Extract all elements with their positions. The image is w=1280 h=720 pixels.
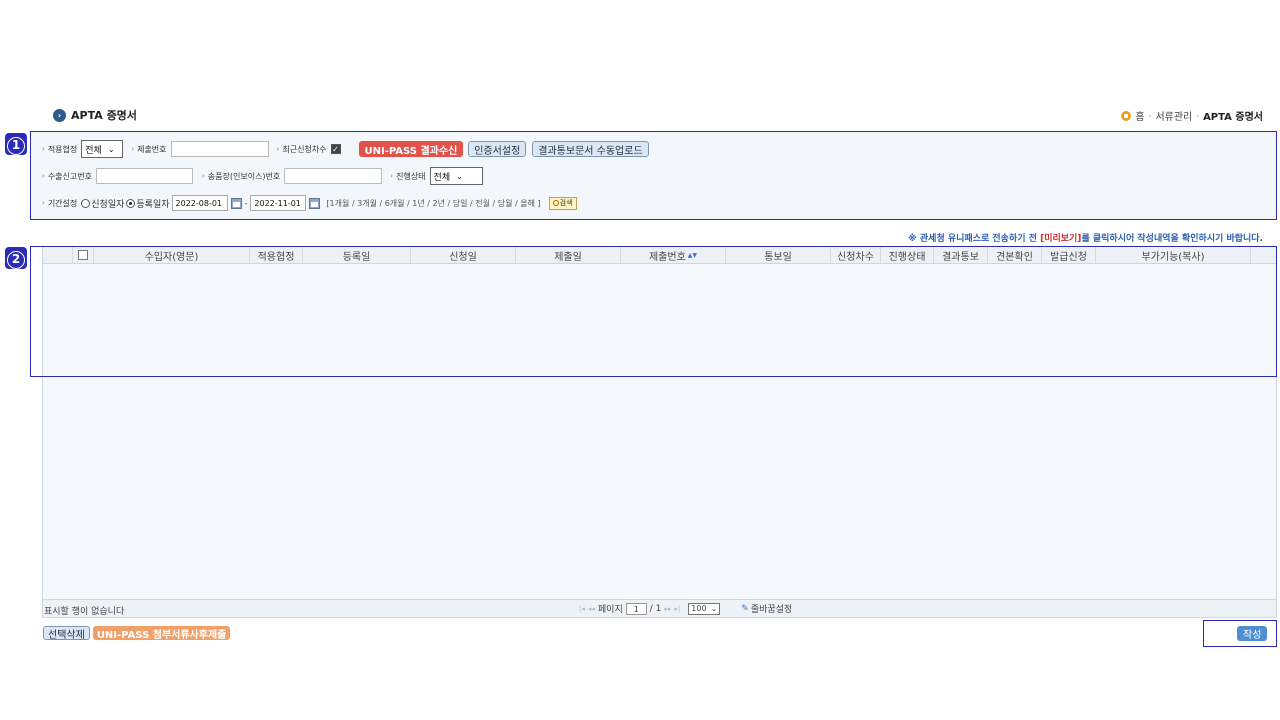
notice-text: ※ 관세청 유니패스로 전송하기 전 [미리보기]를 클릭하시어 작성내역을 확… — [908, 231, 1263, 244]
annotation-badge-1: 1 — [5, 133, 27, 155]
unipass-submit-button[interactable]: UNI-PASS 첨부서류사후제출 — [92, 626, 231, 641]
col-submit-no-label: 제출번호 — [648, 251, 686, 263]
col-sample[interactable]: 견본확인 — [988, 247, 1042, 263]
unipass-receive-button[interactable]: UNI-PASS 결과수신 — [358, 141, 464, 157]
agreement-label: 적용협정 — [42, 144, 77, 155]
cert-setting-button[interactable]: 인증서설정 — [468, 141, 527, 157]
grid-header-checkbox-cell — [73, 247, 94, 263]
agreement-select-value: 전체 — [85, 145, 102, 156]
search-row-3: 기간설정 신청일자 등록일자 2022-08-01 - 2022-11-01 [… — [42, 195, 577, 211]
recent-round-checkbox[interactable]: ✓ — [330, 144, 341, 154]
pager: |◂ ◂◂ 페이지 1 / 1 ▸▸ ▸| 100 ⌄ ✎ 줄바꿈설정 — [579, 602, 792, 615]
last-page-icon[interactable]: ▸| — [674, 605, 680, 613]
breadcrumb-separator: › — [1148, 111, 1152, 120]
submit-no-input[interactable] — [170, 141, 269, 157]
select-all-checkbox[interactable] — [78, 250, 88, 260]
notice-prefix: ※ 관세청 유니패스로 전송하기 전 — [908, 234, 1041, 244]
date-separator: - — [244, 198, 248, 208]
page-size-select[interactable]: 100 ⌄ — [688, 602, 721, 615]
delete-selected-button[interactable]: 선택삭제 — [43, 626, 90, 641]
col-status[interactable]: 진행상태 — [881, 247, 934, 263]
invoice-no-input[interactable] — [284, 168, 383, 184]
page-label: 페이지 — [597, 605, 623, 615]
page-total: / 1 — [649, 603, 662, 614]
result-grid: 수입자(영문) 적용협정 등록일 신청일 제출일 제출번호 ▲▼ 통보일 신청차… — [42, 246, 1277, 618]
search-row-1: 적용협정 전체 ⌄ 제출번호 최근신청차수 ✓ UNI-PASS 결과수신 인증… — [42, 140, 649, 158]
agreement-select[interactable]: 전체 ⌄ — [81, 140, 124, 158]
column-setting-link[interactable]: ✎ 줄바꿈설정 — [741, 602, 793, 616]
date-to-input[interactable]: 2022-11-01 — [250, 195, 307, 211]
col-submit-date[interactable]: 제출일 — [516, 247, 621, 263]
manual-upload-button[interactable]: 결과통보문서 수동업로드 — [532, 141, 649, 157]
grid-header-scroll-spacer — [1251, 247, 1271, 263]
sort-icon[interactable]: ▲▼ — [688, 252, 697, 259]
export-no-input[interactable] — [95, 168, 193, 184]
bottom-actions: 선택삭제 UNI-PASS 첨부서류사후제출 — [43, 626, 231, 641]
col-apply-date[interactable]: 신청일 — [411, 247, 516, 263]
radio-register-date[interactable] — [126, 198, 136, 208]
chevron-down-icon: ⌄ — [107, 144, 115, 154]
annotation-region-3: 작성 — [1203, 620, 1277, 647]
col-issue[interactable]: 발급신청 — [1042, 247, 1096, 263]
chevron-right-icon: › — [53, 108, 66, 122]
col-notice-date[interactable]: 통보일 — [726, 247, 831, 263]
search-row-2: 수출신고번호 송품장(인보이스)번호 진행상태 전체 ⌄ — [42, 167, 483, 185]
col-register-date[interactable]: 등록일 — [303, 247, 411, 263]
search-button-label: 검색 — [559, 199, 573, 207]
page: › APTA 증명서 홈 › 서류관리 › APTA 증명서 적용협정 전체 ⌄… — [0, 0, 1280, 720]
breadcrumb: 홈 › 서류관리 › APTA 증명서 — [1121, 108, 1263, 123]
home-icon — [1121, 110, 1132, 121]
status-select[interactable]: 전체 ⌄ — [429, 167, 483, 185]
wrench-icon: ✎ — [741, 603, 749, 614]
notice-suffix: 를 클릭하시어 작성내역을 확인하시기 바랍니다. — [1081, 234, 1263, 244]
chevron-down-icon: ⌄ — [710, 604, 718, 613]
annotation-badge-2: 2 — [5, 247, 27, 269]
radio-apply-date[interactable] — [81, 198, 91, 208]
breadcrumb-home[interactable]: 홈 — [1135, 108, 1144, 123]
date-from-input[interactable]: 2022-08-01 — [171, 195, 228, 211]
radio-register-date-label: 등록일자 — [136, 199, 170, 210]
submit-no-label: 제출번호 — [131, 144, 166, 155]
period-label: 기간설정 — [42, 198, 77, 209]
search-panel: 적용협정 전체 ⌄ 제출번호 최근신청차수 ✓ UNI-PASS 결과수신 인증… — [30, 131, 1277, 220]
write-button[interactable]: 작성 — [1237, 626, 1268, 641]
status-select-value: 전체 — [433, 172, 451, 183]
notice-highlight: [미리보기] — [1040, 234, 1082, 244]
quick-range-links[interactable]: [1개월 / 3개월 / 6개월 / 1년 / 2년 / 당일 / 전월 / 당… — [326, 198, 540, 209]
next-page-icon[interactable]: ▸▸ — [664, 605, 671, 613]
breadcrumb-separator: › — [1196, 111, 1200, 120]
col-result[interactable]: 결과통보 — [934, 247, 988, 263]
radio-apply-date-label: 신청일자 — [91, 199, 125, 210]
export-no-label: 수출신고번호 — [42, 171, 92, 182]
grid-header: 수입자(영문) 적용협정 등록일 신청일 제출일 제출번호 ▲▼ 통보일 신청차… — [43, 247, 1276, 264]
col-submit-no[interactable]: 제출번호 ▲▼ — [621, 247, 726, 263]
grid-footer: 표시할 행이 없습니다 |◂ ◂◂ 페이지 1 / 1 ▸▸ ▸| 100 ⌄ … — [43, 599, 1276, 617]
breadcrumb-current: APTA 증명서 — [1203, 112, 1263, 123]
page-title-text: APTA 증명서 — [71, 109, 137, 122]
annotation-number: 1 — [7, 137, 25, 155]
search-button[interactable]: 검색 — [548, 196, 577, 210]
annotation-number: 2 — [7, 251, 25, 269]
page-size-value: 100 — [691, 604, 707, 613]
col-round[interactable]: 신청차수 — [831, 247, 881, 263]
chevron-down-icon: ⌄ — [456, 171, 463, 181]
breadcrumb-docs[interactable]: 서류관리 — [1155, 108, 1192, 123]
search-icon — [552, 200, 559, 206]
first-page-icon[interactable]: |◂ — [579, 605, 585, 613]
page-input[interactable]: 1 — [625, 602, 647, 615]
status-label: 진행상태 — [390, 171, 425, 182]
col-extra[interactable]: 부가기능(복사) — [1096, 247, 1251, 263]
invoice-no-label: 송품장(인보이스)번호 — [202, 171, 280, 182]
col-agreement[interactable]: 적용협정 — [250, 247, 303, 263]
column-setting-label: 줄바꿈설정 — [750, 605, 793, 615]
calendar-icon[interactable] — [309, 197, 321, 209]
col-importer[interactable]: 수입자(영문) — [94, 247, 250, 263]
grid-header-spacer — [43, 247, 73, 263]
prev-page-icon[interactable]: ◂◂ — [588, 605, 595, 613]
recent-round-label: 최근신청차수 — [277, 144, 326, 155]
page-title: › APTA 증명서 — [53, 107, 137, 123]
calendar-icon[interactable] — [230, 197, 242, 209]
empty-message: 표시할 행이 없습니다 — [44, 607, 125, 617]
